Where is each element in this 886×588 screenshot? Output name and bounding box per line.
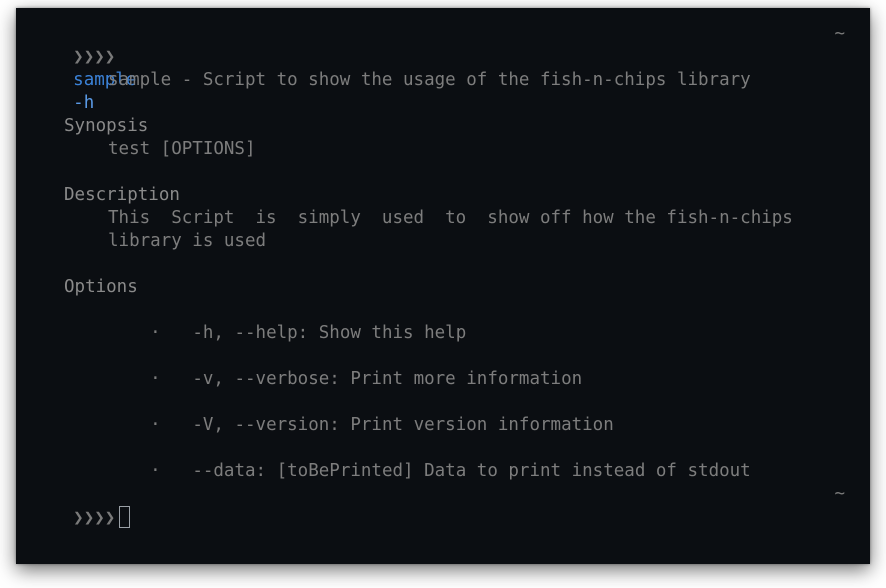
- text-cursor[interactable]: [119, 506, 131, 528]
- prompt-symbol: ❯❯❯❯: [73, 47, 116, 67]
- cwd-indicator: ~: [834, 484, 845, 504]
- bullet: ·: [150, 369, 161, 389]
- option-text: --data: [toBePrinted] Data to print inst…: [192, 461, 751, 481]
- synopsis-text: test [OPTIONS]: [108, 139, 256, 159]
- prompt-symbol: ❯❯❯❯: [73, 508, 116, 528]
- description-line-1: This Script is simply used to show off h…: [108, 208, 793, 228]
- option-text: -V, --version: Print version information: [192, 415, 614, 435]
- option-text: -h, --help: Show this help: [192, 323, 467, 343]
- option-text: -v, --verbose: Print more information: [192, 369, 583, 389]
- option-item: · --data: [toBePrinted] Data to print in…: [108, 437, 751, 506]
- terminal-window[interactable]: ❯❯❯❯ sample -h ~ sample - Script to show…: [16, 8, 870, 564]
- bullet: ·: [150, 461, 161, 481]
- bullet: ·: [150, 415, 161, 435]
- command-args: -h: [73, 93, 95, 113]
- synopsis-heading: Synopsis: [64, 116, 149, 136]
- description-heading: Description: [64, 185, 180, 205]
- bullet: ·: [150, 323, 161, 343]
- description-line-2: library is used: [108, 231, 267, 251]
- options-heading: Options: [64, 277, 138, 297]
- input-line[interactable]: ❯❯❯❯: [31, 483, 131, 553]
- cwd-indicator: ~: [834, 24, 845, 44]
- help-title: sample - Script to show the usage of the…: [108, 70, 751, 90]
